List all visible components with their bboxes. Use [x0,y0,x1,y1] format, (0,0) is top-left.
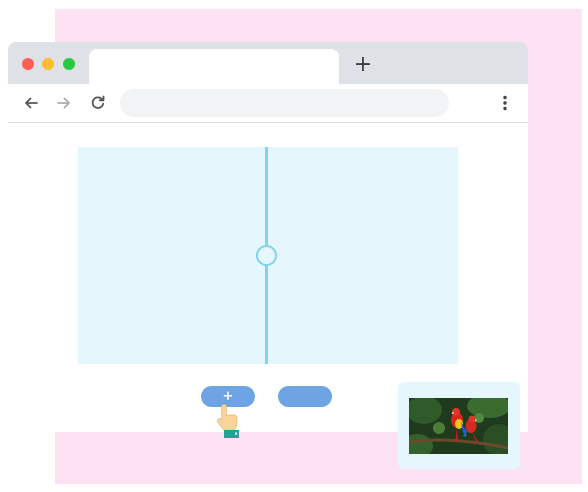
hand-pointer-cursor-icon [213,402,249,440]
browser-titlebar: + [8,42,528,84]
thumbnail-card[interactable] [398,382,520,469]
back-arrow-icon[interactable] [21,93,41,113]
minimize-window-button[interactable] [42,58,54,70]
image-comparison-area [78,147,458,364]
comparison-slider-handle[interactable] [256,245,277,266]
forward-arrow-icon[interactable] [54,93,74,113]
address-bar-input[interactable] [120,89,449,117]
close-window-button[interactable] [22,58,34,70]
browser-window: + [8,42,528,432]
browser-tab-active[interactable] [89,49,339,84]
reload-icon[interactable] [88,93,108,113]
kebab-menu-icon[interactable] [495,93,515,113]
secondary-button[interactable] [278,386,332,407]
new-tab-button[interactable]: + [352,54,374,76]
maximize-window-button[interactable] [63,58,75,70]
parrots-photo-thumbnail[interactable] [409,398,508,454]
browser-toolbar [8,84,528,123]
